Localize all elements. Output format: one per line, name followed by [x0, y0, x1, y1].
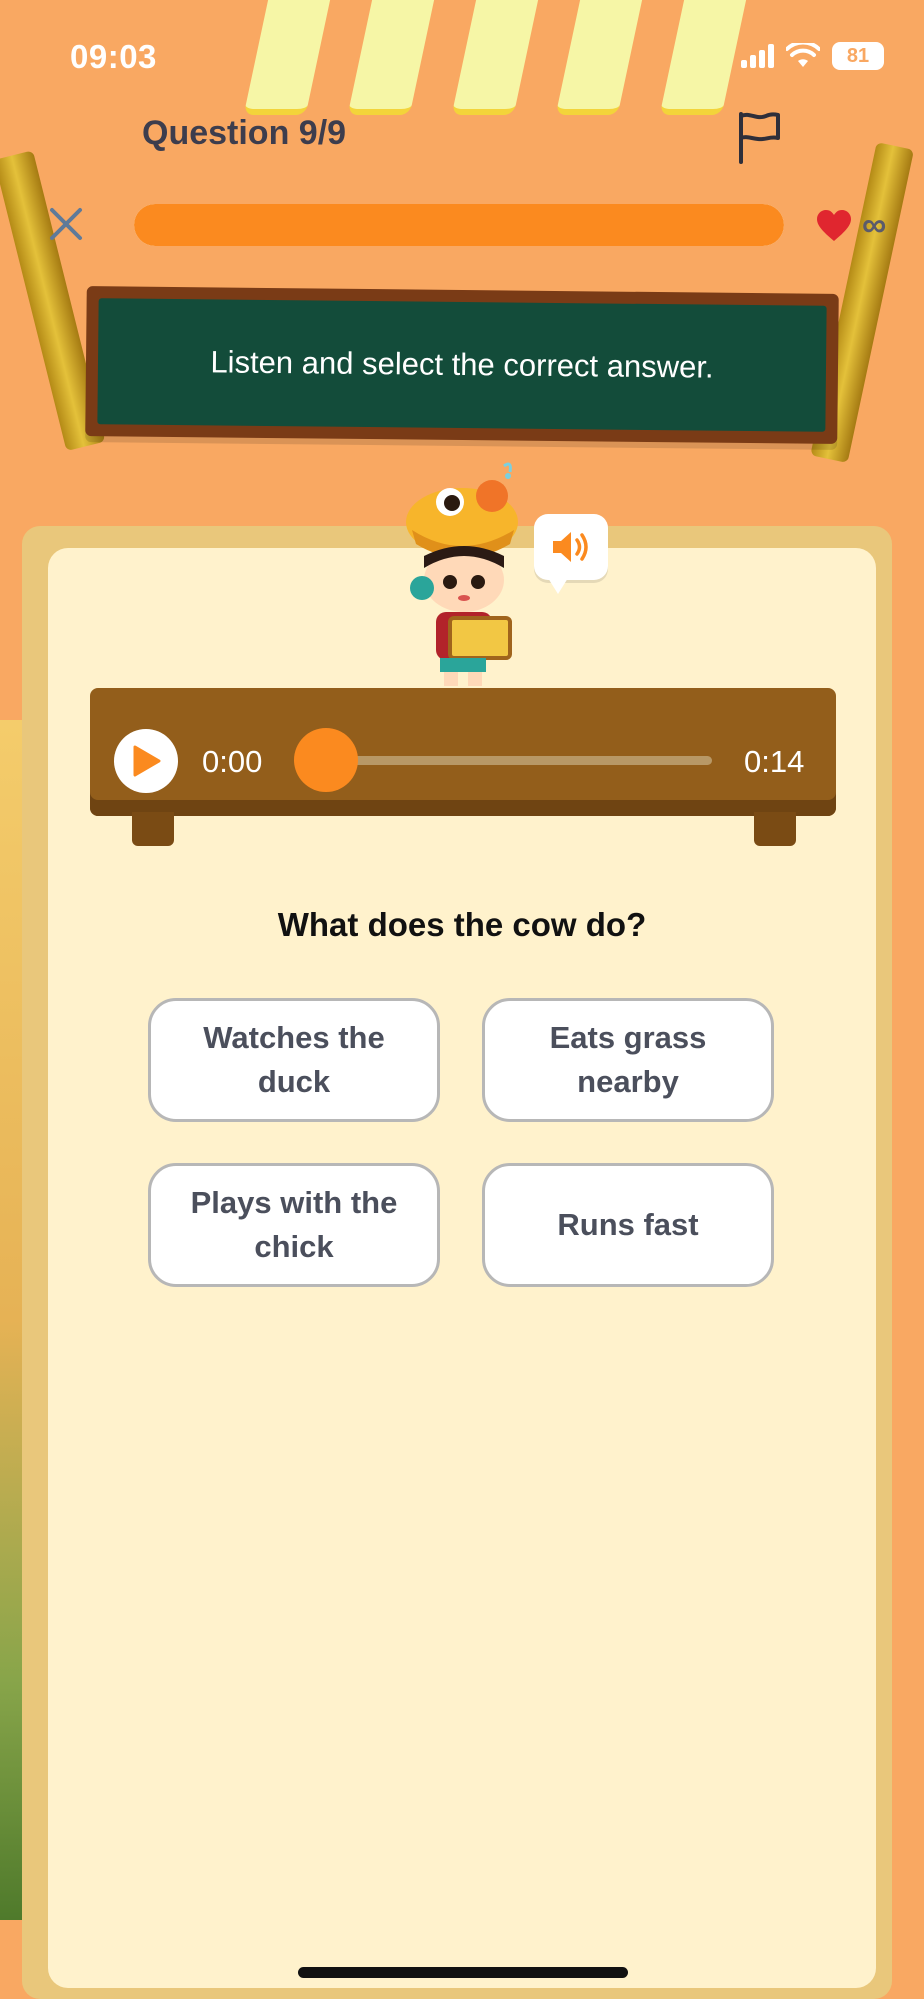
answer-option-1[interactable]: Watches the duck: [148, 998, 440, 1122]
bench-leg: [754, 812, 796, 846]
awning-stripe: [451, 0, 543, 115]
flag-icon[interactable]: [736, 110, 782, 164]
lives-indicator: ∞: [816, 206, 886, 245]
lives-count: ∞: [862, 206, 887, 244]
audio-total-time: 0:14: [744, 744, 805, 779]
home-indicator[interactable]: [298, 1967, 628, 1978]
status-icons: 81: [741, 42, 884, 70]
progress-bar: [134, 204, 784, 246]
answer-option-2[interactable]: Eats grass nearby: [482, 998, 774, 1122]
awning-stripe: [659, 0, 751, 115]
audio-scrubber-track[interactable]: [326, 756, 712, 765]
play-button[interactable]: [114, 729, 178, 793]
awning-stripe: [347, 0, 439, 115]
wifi-icon: [786, 43, 820, 67]
play-icon: [133, 745, 161, 777]
signal-icon: [741, 44, 774, 68]
quiz-screen: 09:03 81 Question 9/9 ∞ Listen and selec…: [0, 0, 924, 1999]
bench-leg: [132, 812, 174, 846]
heart-icon: [817, 209, 851, 241]
speaker-icon: [553, 532, 588, 562]
mascot-illustration: [406, 462, 518, 686]
status-time: 09:03: [70, 38, 157, 75]
close-icon[interactable]: [46, 204, 86, 244]
instruction-text: Listen and select the correct answer.: [97, 298, 827, 432]
progress-fill: [134, 204, 784, 246]
battery-icon: 81: [832, 42, 884, 70]
answer-option-3[interactable]: Plays with the chick: [148, 1163, 440, 1287]
awning-stripe: [243, 0, 335, 115]
question-counter: Question 9/9: [142, 114, 347, 152]
awning-stripe: [555, 0, 647, 115]
question-text: What does the cow do?: [277, 906, 647, 943]
answer-option-4[interactable]: Runs fast: [482, 1163, 774, 1287]
replay-audio-button[interactable]: [534, 514, 608, 594]
chalkboard: Listen and select the correct answer.: [85, 286, 839, 444]
audio-current-time: 0:00: [202, 744, 263, 779]
audio-scrubber-thumb[interactable]: [294, 728, 358, 792]
